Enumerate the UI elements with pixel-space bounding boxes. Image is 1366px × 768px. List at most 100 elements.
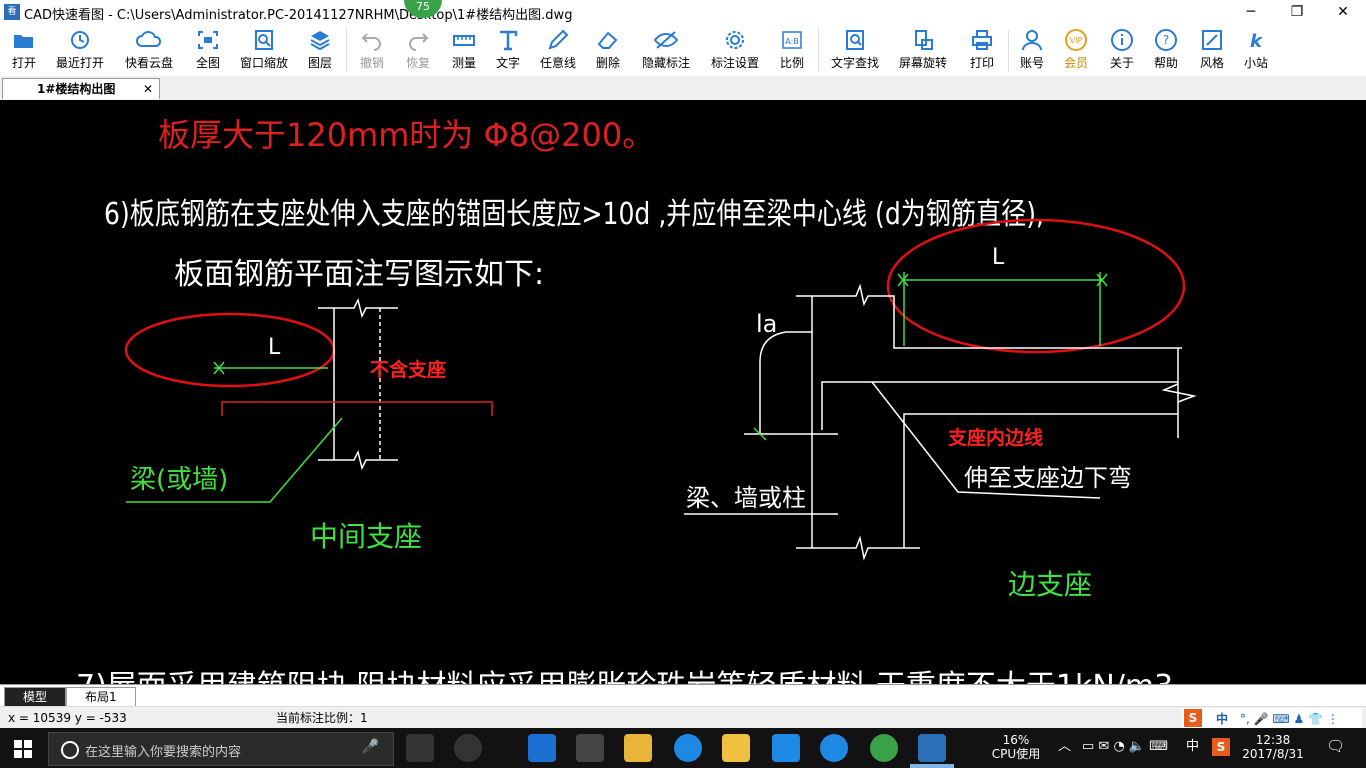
fit-all-icon (198, 31, 218, 49)
app-icon-3[interactable] (772, 734, 800, 762)
svg-text:?: ? (1163, 33, 1169, 47)
rule-7-text: 7)屋面采用建筑阻块,阻块材料应采用膨胀珍珠岩等轻质材料,干重度不大于1kN/m… (76, 669, 1173, 684)
task-view-icon[interactable] (406, 734, 434, 762)
red-note-text: 板厚大于120mm时为 Φ8@200。 (158, 116, 654, 154)
tab-label: 1#楼结构出图 (37, 82, 116, 96)
vip-icon: VIP (1065, 29, 1087, 51)
zoom-window-icon (255, 30, 273, 50)
app-icon-4[interactable] (820, 734, 848, 762)
sogou-logo-icon: S (1184, 709, 1202, 727)
drawing-canvas[interactable]: 板厚大于120mm时为 Φ8@200。 6)板底钢筋在支座处伸入支座的锚固长度应… (0, 100, 1366, 684)
cad-drawing: 板厚大于120mm时为 Φ8@200。 6)板底钢筋在支座处伸入支座的锚固长度应… (76, 116, 1197, 684)
app-icon-2[interactable] (722, 734, 750, 762)
tab-document[interactable]: 1#楼结构出图 ✕ (2, 78, 160, 99)
cpu-label: CPU使用 (991, 747, 1041, 761)
account-button[interactable]: 账号 (1012, 28, 1052, 74)
cloud-icon (136, 31, 162, 47)
undo-button[interactable]: 撤销 (352, 28, 392, 74)
label-beam-wall: 梁(或墙) (130, 465, 228, 495)
ime-mode[interactable]: 中 (1216, 708, 1228, 730)
eraser-icon (597, 31, 618, 49)
about-button[interactable]: 关于 (1102, 28, 1142, 74)
rule-6-subtext: 板面钢筋平面注写图示如下: (174, 257, 544, 292)
free-line-button[interactable]: 任意线 (536, 28, 580, 74)
annotation-settings-button[interactable]: 标注设置 (706, 28, 764, 74)
recent-open-button[interactable]: 最近打开 (50, 28, 110, 74)
browser-360-icon[interactable] (454, 734, 482, 762)
scale-icon: A:B (782, 31, 802, 49)
label-middle-support: 中间支座 (310, 520, 422, 553)
help-button[interactable]: ? 帮助 (1146, 28, 1186, 74)
clock[interactable]: 12:38 2017/8/31 (1236, 733, 1310, 761)
delete-button[interactable]: 删除 (588, 28, 628, 74)
pen-icon (548, 29, 569, 50)
restore-button[interactable]: ❐ (1274, 0, 1320, 24)
rotate-icon (915, 30, 933, 50)
notification-center-icon[interactable]: 🗨 (1326, 739, 1345, 754)
middle-support-detail: L 不含支座 梁(或墙) 中间支座 (124, 297, 493, 553)
file-explorer-icon[interactable] (624, 734, 652, 762)
app-icon-1[interactable] (674, 734, 702, 762)
tab-close-icon[interactable]: ✕ (143, 79, 153, 99)
open-button[interactable]: 打开 (4, 28, 44, 74)
tab-layout1[interactable]: 布局1 (66, 687, 136, 707)
cloud-disk-button[interactable]: 快看云盘 (118, 28, 180, 74)
scale-button[interactable]: A:B 比例 (772, 28, 812, 74)
text-button[interactable]: 文字 (488, 28, 528, 74)
ime-indicator[interactable]: 中 (1186, 740, 1199, 754)
cpu-percent: 16% (1002, 733, 1030, 747)
highlight-ellipse-left (124, 312, 336, 388)
status-bar: x = 10539 y = -533 当前标注比例：1 S 中 °, 🎤 ⌨ ♟… (0, 706, 1366, 729)
edge-support-detail: L la 支座内边线 伸至支座边下弯 梁、墙或柱 边支座 (684, 218, 1197, 601)
microphone-icon[interactable]: 🎤 (362, 739, 379, 755)
undo-icon (361, 33, 381, 51)
style-icon (1202, 30, 1222, 50)
document-tab-bar: 1#楼结构出图 ✕ (0, 76, 1366, 101)
zoom-window-button[interactable]: 窗口缩放 (236, 28, 292, 74)
printer-icon (972, 30, 992, 50)
label-edge-support: 边支座 (1008, 568, 1092, 601)
label-no-support: 不含支座 (370, 358, 446, 381)
redo-button[interactable]: 恢复 (398, 28, 438, 74)
cortana-icon (61, 741, 79, 759)
taskbar-search[interactable]: 在这里输入你要搜索的内容 🎤 (48, 732, 394, 766)
svg-text:k: k (1250, 31, 1263, 52)
tray-chevron-icon[interactable]: ︿ (1058, 740, 1071, 754)
close-button[interactable]: ✕ (1320, 0, 1366, 24)
measure-button[interactable]: 测量 (444, 28, 484, 74)
folder-open-icon (14, 35, 33, 48)
text-search-button[interactable]: 文字查找 (826, 28, 884, 74)
sogou-tray-icon[interactable]: S (1212, 738, 1230, 756)
screen-rotate-button[interactable]: 屏幕旋转 (894, 28, 952, 74)
vip-button[interactable]: VIP 会员 (1056, 28, 1096, 74)
title-bar: 看图 CAD快速看图 - C:\Users\Administrator.PC-2… (0, 0, 1366, 33)
print-button[interactable]: 打印 (962, 28, 1002, 74)
svg-text:A:B: A:B (785, 37, 799, 46)
hide-annotation-button[interactable]: 隐藏标注 (638, 28, 694, 74)
windows-start-icon[interactable] (14, 740, 32, 758)
help-icon: ? (1155, 29, 1177, 51)
annotation-scale: 当前标注比例：1 (276, 711, 368, 725)
cad-viewer-taskbar-icon[interactable] (918, 734, 946, 762)
store-icon[interactable] (576, 734, 604, 762)
layers-button[interactable]: 图层 (300, 28, 340, 74)
search-placeholder: 在这里输入你要搜索的内容 (85, 745, 242, 760)
minimize-button[interactable]: ─ (1228, 0, 1274, 24)
cpu-usage-widget[interactable]: 16% CPU使用 (986, 733, 1046, 761)
label-beam-wall-column: 梁、墙或柱 (686, 484, 806, 512)
gear-icon (726, 31, 744, 49)
tab-model[interactable]: 模型 (4, 687, 67, 707)
fit-all-button[interactable]: 全图 (188, 28, 228, 74)
label-inner-edge: 支座内边线 (947, 426, 1043, 449)
sogou-ime-bar[interactable]: S 中 °, 🎤 ⌨ ♟ 👕 ⋮ (1182, 708, 1362, 728)
tray-icons[interactable]: ▭ ✉ ◔ 🔈 ⌨ (1082, 740, 1168, 754)
text-search-icon (846, 30, 864, 50)
ime-tools-icons[interactable]: °, 🎤 ⌨ ♟ 👕 ⋮ (1240, 708, 1339, 730)
mini-site-button[interactable]: k 小站 (1236, 28, 1276, 74)
layers-icon (310, 31, 330, 51)
app-icon-5[interactable] (870, 734, 898, 762)
window-title: CAD快速看图 - C:\Users\Administrator.PC-2014… (24, 8, 573, 23)
style-button[interactable]: 风格 (1192, 28, 1232, 74)
edge-browser-icon[interactable] (528, 734, 556, 762)
highlight-ellipse-right (886, 218, 1186, 354)
